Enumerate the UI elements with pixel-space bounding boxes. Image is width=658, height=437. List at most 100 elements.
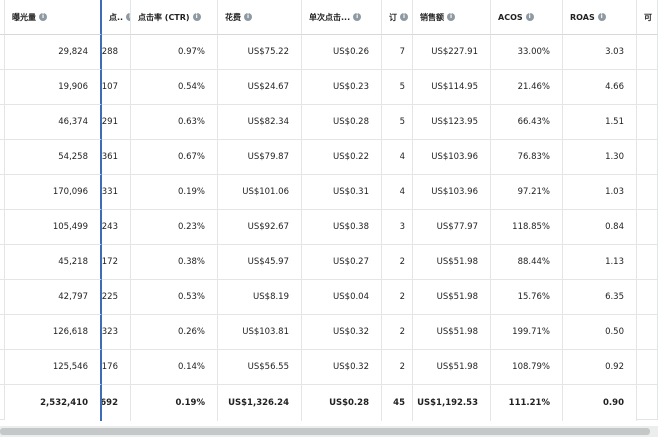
header-label: 订 [389,12,397,22]
cell-cpc: US$0.23 [302,70,382,105]
cell-orders: 4 [382,175,413,210]
info-icon[interactable]: i [597,13,606,21]
cell-spend: US$56.55 [218,350,302,385]
header-cpc[interactable]: 单次点击... i [302,0,382,35]
cell-clicks: 323 [102,315,131,350]
header-last[interactable]: 可 [637,0,658,35]
cell-last [637,280,658,315]
cell-sales: US$51.98 [413,350,491,385]
cell-spend: US$8.19 [218,280,302,315]
cell-last [637,210,658,245]
cell-orders: 2 [382,245,413,280]
header-label: 曝光量 [12,12,36,22]
table-grid: 曝光量i 点..i 点击率 (CTR)i 花费i 单次点击...i 订i↓ 销售… [0,0,658,421]
cell-acos: 88.44% [491,245,563,280]
header-roas[interactable]: ROAS i [563,0,637,35]
cell-spend: US$82.34 [218,105,302,140]
cell-ctr: 0.97% [131,35,218,70]
cell-impressions: 42,797 [5,280,102,315]
cell-cpc: US$0.32 [302,315,382,350]
cell-sales: US$103.96 [413,175,491,210]
cell-orders: 5 [382,70,413,105]
cell-impressions: 54,258 [5,140,102,175]
cell-impressions: 19,906 [5,70,102,105]
cell-ctr: 0.63% [131,105,218,140]
cell-sales: US$114.95 [413,70,491,105]
cell-sales: US$227.91 [413,35,491,70]
header-ctr[interactable]: 点击率 (CTR) i [131,0,218,35]
header-label: 花费 [225,12,241,22]
header-sales[interactable]: 销售额 i [413,0,491,35]
total-clicks: 4,692 [102,385,131,421]
header-acos[interactable]: ACOS i [491,0,563,35]
header-label: 单次点击... [309,12,351,22]
horizontal-scrollbar[interactable] [0,426,658,437]
cell-clicks: 172 [102,245,131,280]
header-label: 点击率 (CTR) [138,12,190,22]
header-spend[interactable]: 花费 i [218,0,302,35]
cell-clicks: 361 [102,140,131,175]
cell-cpc: US$0.26 [302,35,382,70]
cell-last [637,175,658,210]
total-ctr: 0.19% [131,385,218,421]
cell-acos: 76.83% [491,140,563,175]
cell-impressions: 125,546 [5,350,102,385]
info-icon[interactable]: i [353,13,362,21]
cell-roas: 4.66 [563,70,637,105]
cell-spend: US$103.81 [218,315,302,350]
cell-last [637,385,658,420]
info-icon[interactable]: i [447,13,455,21]
header-label: ACOS [498,12,523,22]
cell-last [637,35,658,70]
cell-sales: US$123.95 [413,105,491,140]
cell-roas: 1.03 [563,175,637,210]
cell-last [637,245,658,280]
info-icon[interactable]: i [400,13,408,21]
cell-clicks: 176 [102,350,131,385]
cell-last [637,140,658,175]
cell-roas: 0.84 [563,210,637,245]
cell-clicks: 107 [102,70,131,105]
cell-last [637,350,658,385]
header-orders[interactable]: 订i↓ [382,0,413,35]
info-icon[interactable]: i [192,13,201,21]
cell-cpc: US$0.04 [302,280,382,315]
total-orders: 45 [382,385,413,421]
cell-cpc: US$0.22 [302,140,382,175]
header-label: 点.. [109,12,124,22]
header-impressions[interactable]: 曝光量 i [5,0,102,35]
scrollbar-thumb[interactable] [0,428,650,435]
cell-impressions: 170,096 [5,175,102,210]
cell-impressions: 105,499 [5,210,102,245]
cell-cpc: US$0.28 [302,105,382,140]
header-clicks[interactable]: 点.. i [102,0,131,35]
info-icon[interactable]: i [525,13,534,21]
cell-orders: 3 [382,210,413,245]
cell-roas: 3.03 [563,35,637,70]
cell-acos: 66.43% [491,105,563,140]
cell-ctr: 0.53% [131,280,218,315]
cell-orders: 4 [382,140,413,175]
cell-roas: 1.13 [563,245,637,280]
info-icon[interactable]: i [39,13,47,21]
cell-clicks: 331 [102,175,131,210]
header-label: 销售额 [420,12,444,22]
cell-spend: US$92.67 [218,210,302,245]
cell-ctr: 0.14% [131,350,218,385]
cell-cpc: US$0.32 [302,350,382,385]
cell-ctr: 0.26% [131,315,218,350]
cell-roas: 0.92 [563,350,637,385]
cell-orders: 2 [382,315,413,350]
cell-spend: US$45.97 [218,245,302,280]
cell-spend: US$24.67 [218,70,302,105]
campaign-report-table: 曝光量i 点..i 点击率 (CTR)i 花费i 单次点击...i 订i↓ 销售… [0,0,658,437]
info-icon[interactable]: i [244,13,252,21]
total-spend: US$1,326.24 [218,385,302,421]
cell-sales: US$51.98 [413,315,491,350]
cell-orders: 5 [382,105,413,140]
cell-cpc: US$0.27 [302,245,382,280]
total-acos: 111.21% [491,385,563,421]
cell-impressions: 29,824 [5,35,102,70]
cell-last [637,70,658,105]
cell-ctr: 0.38% [131,245,218,280]
